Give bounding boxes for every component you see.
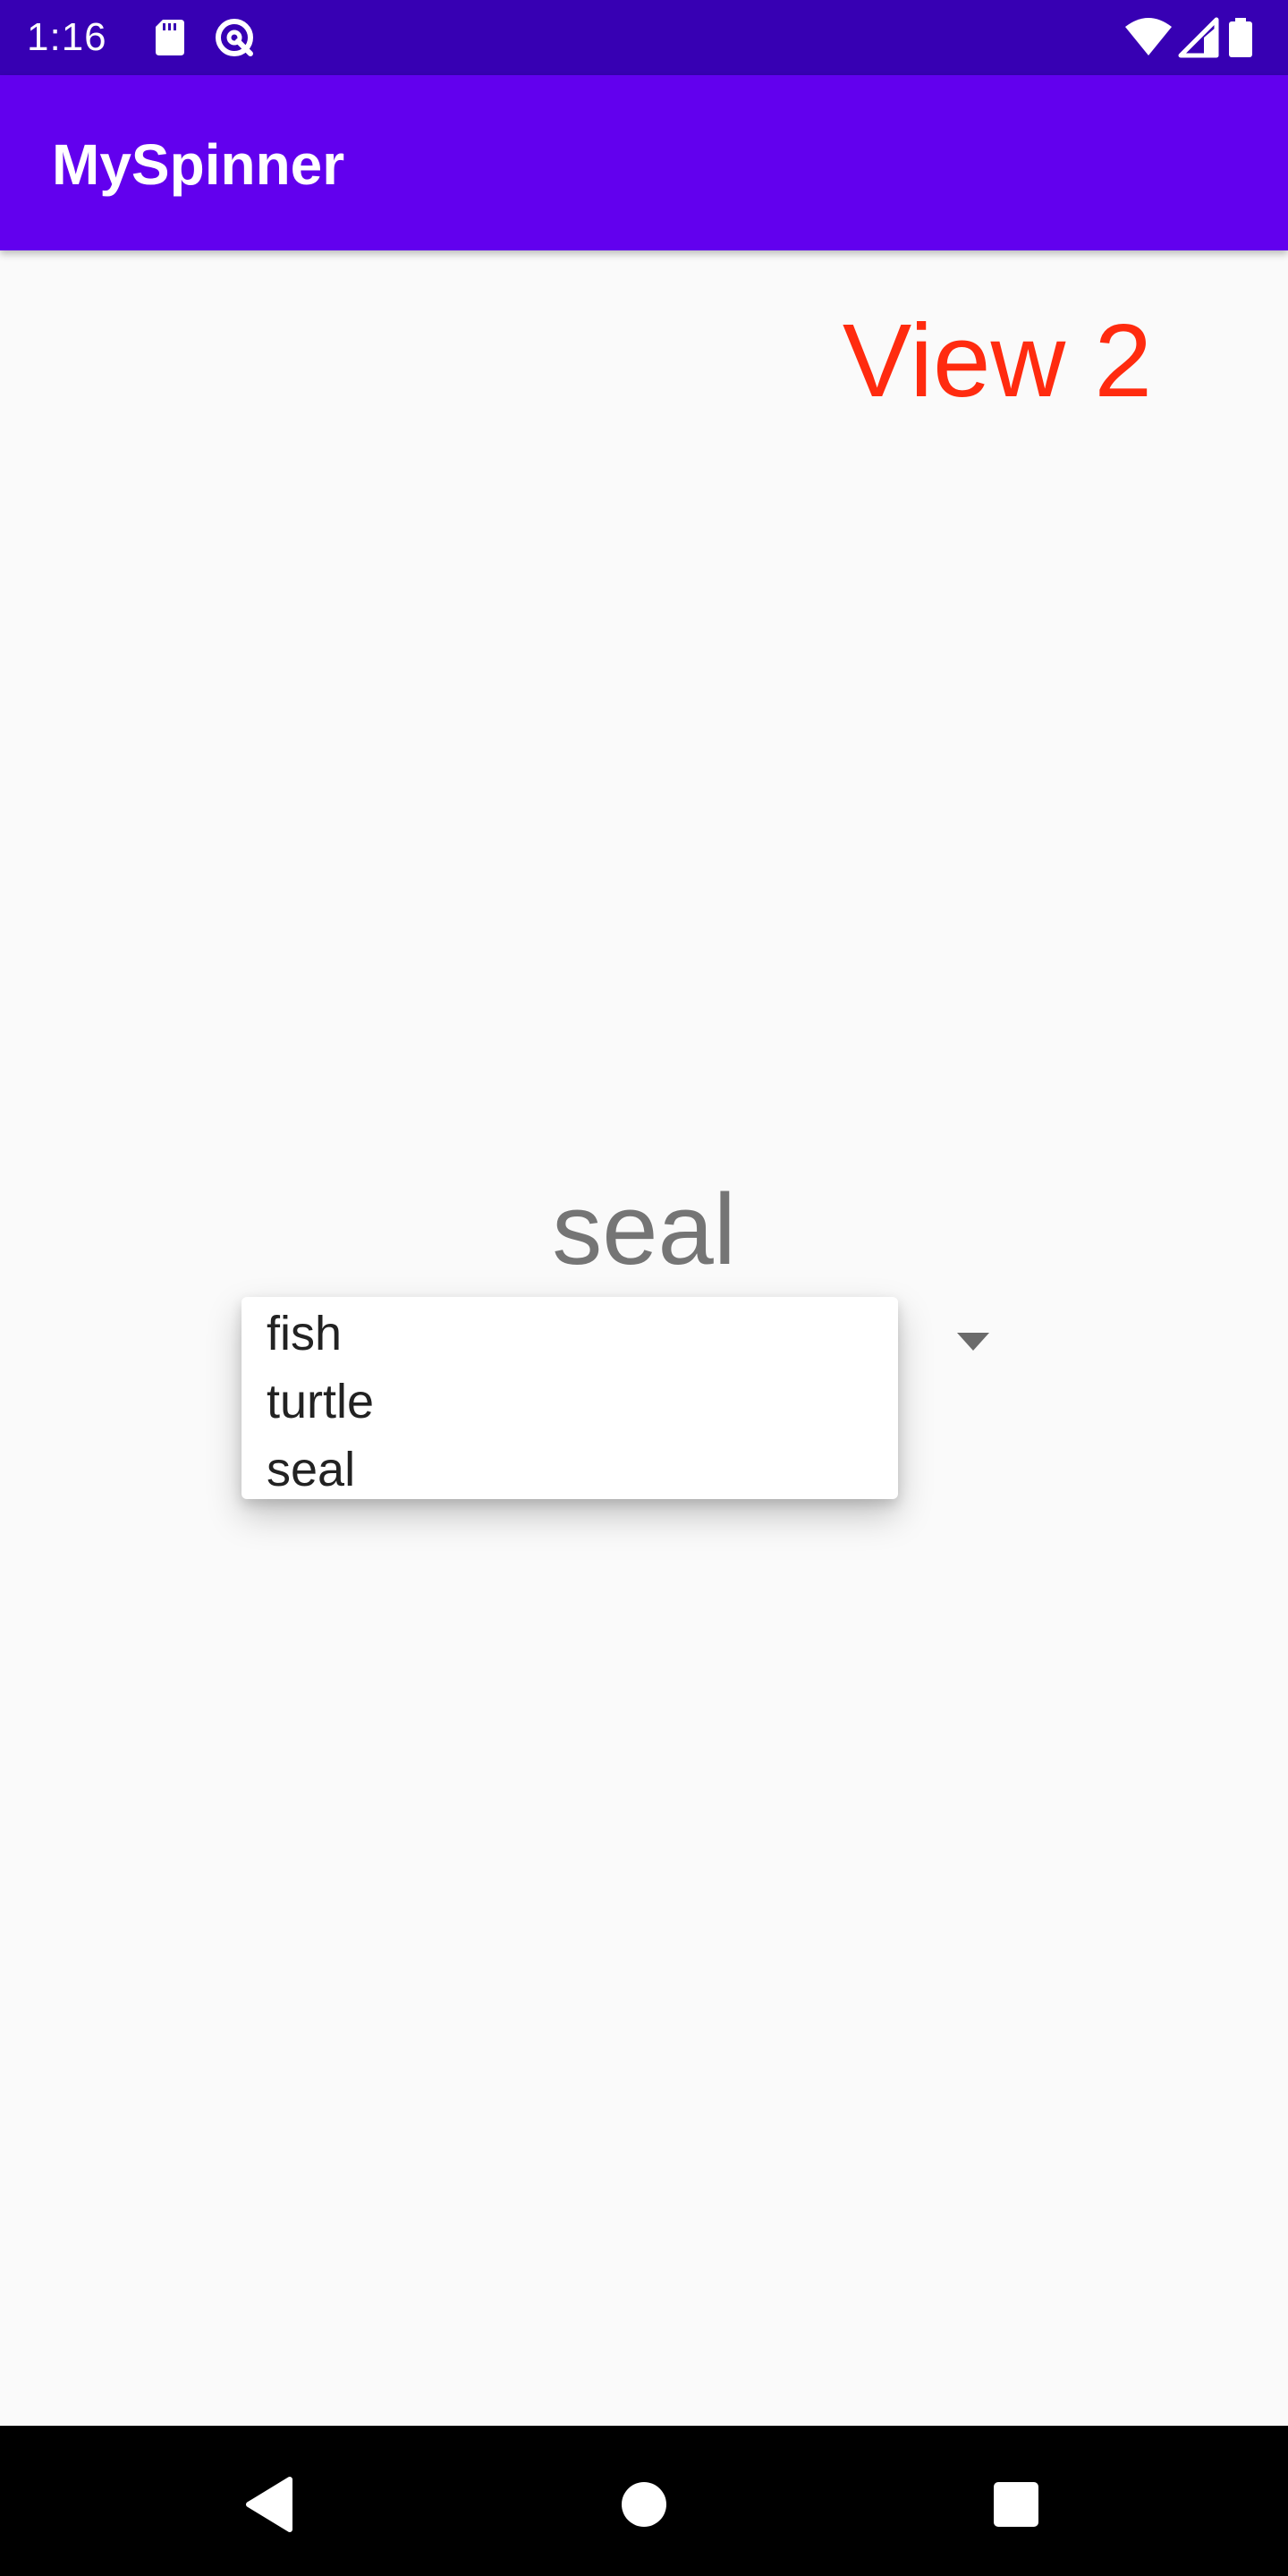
navigation-bar <box>0 2426 1288 2576</box>
dropdown-arrow-icon[interactable] <box>955 1331 991 1352</box>
dropdown-option-seal[interactable]: seal <box>267 1438 355 1501</box>
spinner-dropdown: fish turtle seal <box>242 1297 898 1499</box>
battery-icon <box>1225 16 1256 59</box>
data-saver-icon <box>213 16 256 59</box>
home-icon[interactable] <box>599 2460 689 2549</box>
screen: 1:16 MySpinner View 2 seal fish turtle s… <box>0 0 1288 2576</box>
recents-icon[interactable] <box>971 2460 1061 2549</box>
wifi-icon <box>1123 16 1174 59</box>
dropdown-option-turtle[interactable]: turtle <box>267 1370 374 1433</box>
signal-icon <box>1177 16 1220 59</box>
view-label: View 2 <box>842 302 1152 419</box>
sd-card-icon <box>150 16 193 59</box>
back-icon[interactable] <box>225 2460 315 2549</box>
status-time: 1:16 <box>27 15 107 59</box>
spinner-selected-value[interactable]: seal <box>0 1172 1288 1288</box>
app-title: MySpinner <box>52 132 345 197</box>
dropdown-option-fish[interactable]: fish <box>267 1302 342 1365</box>
app-bar: MySpinner <box>0 75 1288 250</box>
status-bar: 1:16 <box>0 0 1288 75</box>
